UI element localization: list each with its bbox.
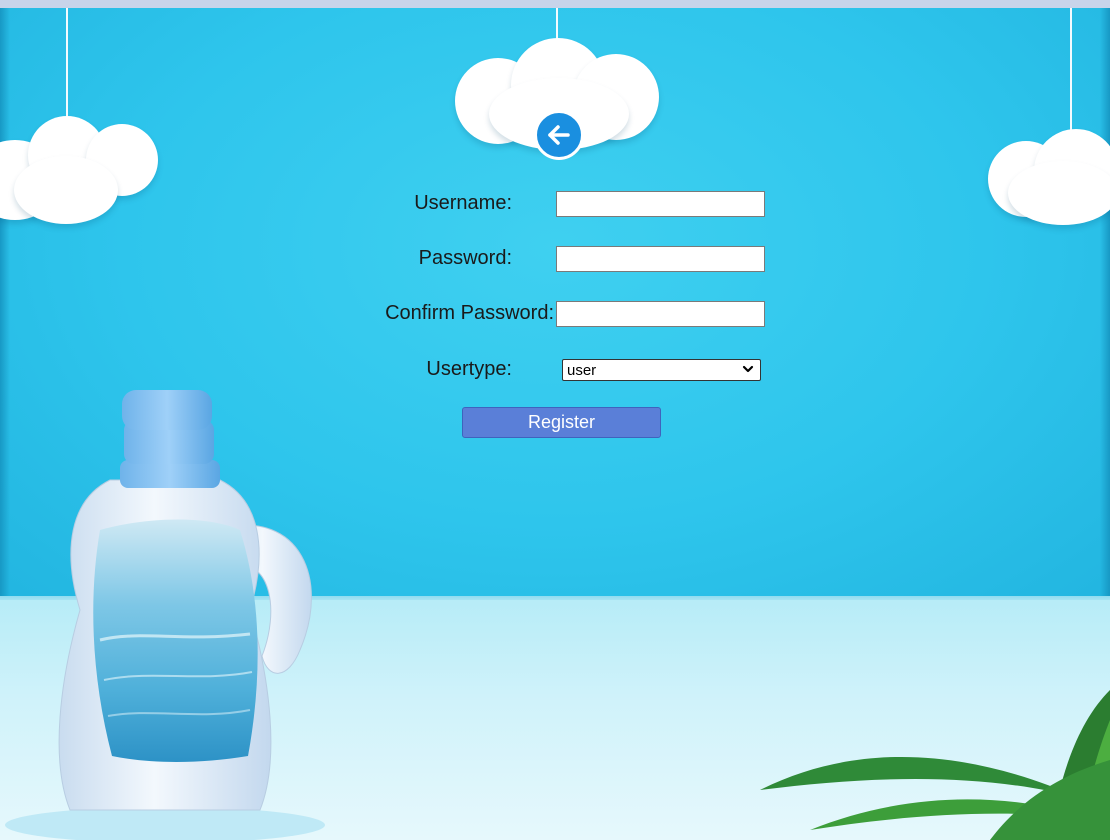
password-input[interactable] [556, 246, 765, 272]
confirm-password-input[interactable] [556, 301, 765, 327]
confirm-password-label: Confirm Password: [385, 302, 554, 324]
detergent-bottle-illustration [5, 390, 325, 840]
cloud-string-right [1070, 8, 1072, 138]
palm-leaf-illustration [760, 690, 1110, 840]
usertype-selected-value: user [567, 362, 597, 379]
cloud-left [0, 110, 160, 230]
username-input[interactable] [556, 191, 765, 217]
usertype-select[interactable]: user [562, 359, 761, 381]
back-button[interactable] [534, 110, 584, 160]
password-label: Password: [418, 247, 512, 269]
arrow-left-icon [548, 125, 570, 145]
cloud-string-left [66, 8, 68, 126]
wall-shadow-right [1100, 8, 1110, 605]
browser-top-strip [0, 0, 1110, 8]
cloud-right [988, 125, 1110, 235]
register-button[interactable]: Register [462, 407, 661, 438]
usertype-label: Usertype: [426, 358, 512, 380]
username-label: Username: [414, 192, 512, 214]
chevron-down-icon [742, 365, 754, 373]
